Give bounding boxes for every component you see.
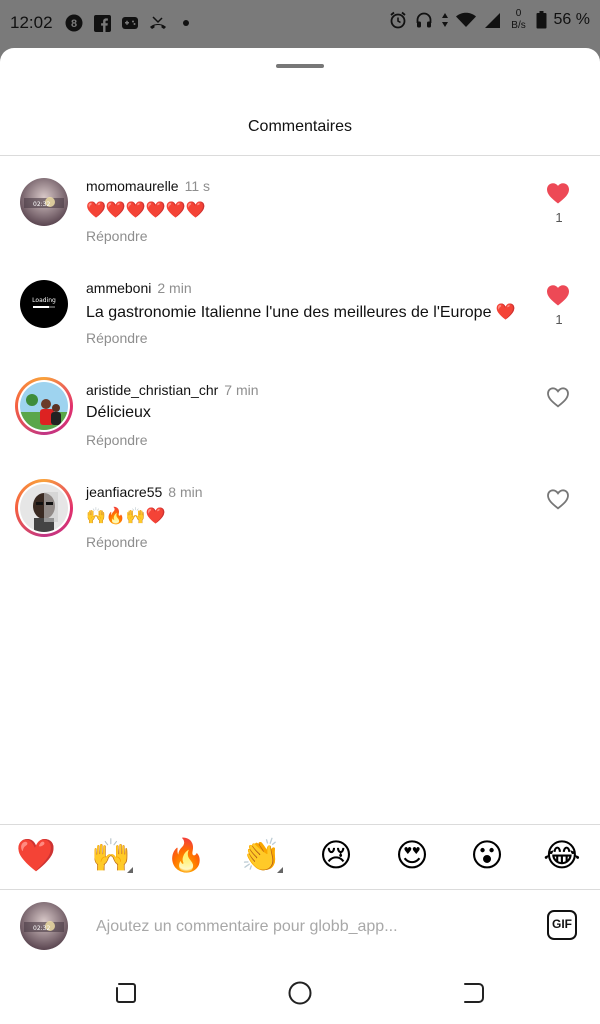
emoji-heart-eyes[interactable]: 😍 xyxy=(392,835,432,875)
signal-icon xyxy=(482,10,502,30)
heart-filled-icon[interactable] xyxy=(546,182,572,206)
missed-call-icon xyxy=(148,13,168,33)
comment-time: 8 min xyxy=(168,484,203,500)
avatar xyxy=(20,382,68,430)
headphones-icon xyxy=(414,10,434,30)
heart-outline-icon[interactable] xyxy=(546,488,572,512)
gamepad-icon xyxy=(120,13,140,33)
comment-username[interactable]: jeanfiacre55 xyxy=(86,484,162,500)
comment-text: 🙌🔥🙌❤️ xyxy=(86,508,166,525)
reply-button[interactable]: Répondre xyxy=(86,330,148,346)
comment-item: aristide_christian_chr 7 min Délicieux Ré… xyxy=(0,377,600,482)
back-icon[interactable] xyxy=(461,980,487,1006)
home-icon[interactable] xyxy=(287,980,313,1006)
like-count: 1 xyxy=(555,210,563,225)
reply-button[interactable]: Répondre xyxy=(86,534,148,550)
emoji-tears-of-joy[interactable]: 😂 xyxy=(542,835,582,875)
network-speed: 0 B/s xyxy=(511,8,526,31)
comment-time: 2 min xyxy=(157,280,192,296)
facebook-icon xyxy=(92,13,112,33)
sheet-title: Commentaires xyxy=(247,118,353,135)
avatar-text: Loading xyxy=(32,297,56,304)
emoji-raising-hands[interactable]: 🙌 xyxy=(91,835,133,875)
avatar xyxy=(20,484,68,532)
drag-handle[interactable] xyxy=(276,64,324,68)
status-bar: 12:02 8 0 B/s 56 % xyxy=(0,0,600,48)
emoji-fire[interactable]: 🔥 xyxy=(166,835,206,875)
comment-item: Loading ammeboni 2 min La gastronomie Ita… xyxy=(0,280,600,380)
emoji-heart[interactable]: ❤️ xyxy=(16,835,56,875)
avatar[interactable]: 02:32 xyxy=(20,178,68,226)
story-ring-avatar[interactable] xyxy=(15,479,73,537)
data-arrows-icon xyxy=(440,10,450,30)
reply-button[interactable]: Répondre xyxy=(86,228,148,244)
battery-icon xyxy=(536,10,548,30)
comment-time: 7 min xyxy=(224,382,259,398)
status-time: 12:02 xyxy=(10,13,53,32)
avatar-text: 02:32 xyxy=(33,925,50,932)
comment-username[interactable]: ammeboni xyxy=(86,280,151,296)
recent-apps-icon[interactable] xyxy=(113,980,139,1006)
comment-input[interactable] xyxy=(94,912,518,942)
heart-outline-icon[interactable] xyxy=(546,386,572,410)
like-count: 1 xyxy=(555,312,563,327)
comment-text: La gastronomie Italienne l'une des meill… xyxy=(86,304,516,321)
emoji-quick-bar: ❤️ 🙌 🔥 👏 😢 😍 😮 😂 xyxy=(0,824,600,890)
story-ring-avatar[interactable] xyxy=(15,377,73,435)
comment-username[interactable]: momomaurelle xyxy=(86,178,179,194)
divider xyxy=(0,155,600,156)
comment-username[interactable]: aristide_christian_chr xyxy=(86,382,218,398)
dot-icon xyxy=(176,13,196,33)
avatar[interactable]: Loading xyxy=(20,280,68,328)
avatar-text: 02:32 xyxy=(33,201,50,208)
wifi-icon xyxy=(455,10,476,30)
comment-item: jeanfiacre55 8 min 🙌🔥🙌❤️ Répondre xyxy=(0,479,600,584)
own-avatar: 02:32 xyxy=(20,902,68,950)
circle-8-icon: 8 xyxy=(64,13,84,33)
comments-sheet: Commentaires 02:32 momomaurelle 11 s ❤️❤️… xyxy=(0,48,600,1024)
battery-percent: 56 % xyxy=(553,11,590,28)
svg-text:8: 8 xyxy=(71,18,77,30)
emoji-clapping-hands[interactable]: 👏 xyxy=(241,835,283,875)
heart-filled-icon[interactable] xyxy=(546,284,572,308)
system-nav-bar xyxy=(0,960,600,1024)
gif-button[interactable]: GIF xyxy=(547,910,577,940)
emoji-crying-face[interactable]: 😢 xyxy=(316,835,356,875)
emoji-surprised-face[interactable]: 😮 xyxy=(467,835,507,875)
comment-text: Délicieux xyxy=(86,404,151,421)
alarm-icon xyxy=(388,10,408,30)
comment-composer: 02:32 GIF xyxy=(0,890,600,960)
comment-time: 11 s xyxy=(184,178,211,194)
reply-button[interactable]: Répondre xyxy=(86,432,148,448)
comment-text: ❤️❤️❤️❤️❤️❤️ xyxy=(86,202,206,219)
comment-item: 02:32 momomaurelle 11 s ❤️❤️❤️❤️❤️❤️ Répo… xyxy=(0,178,600,278)
